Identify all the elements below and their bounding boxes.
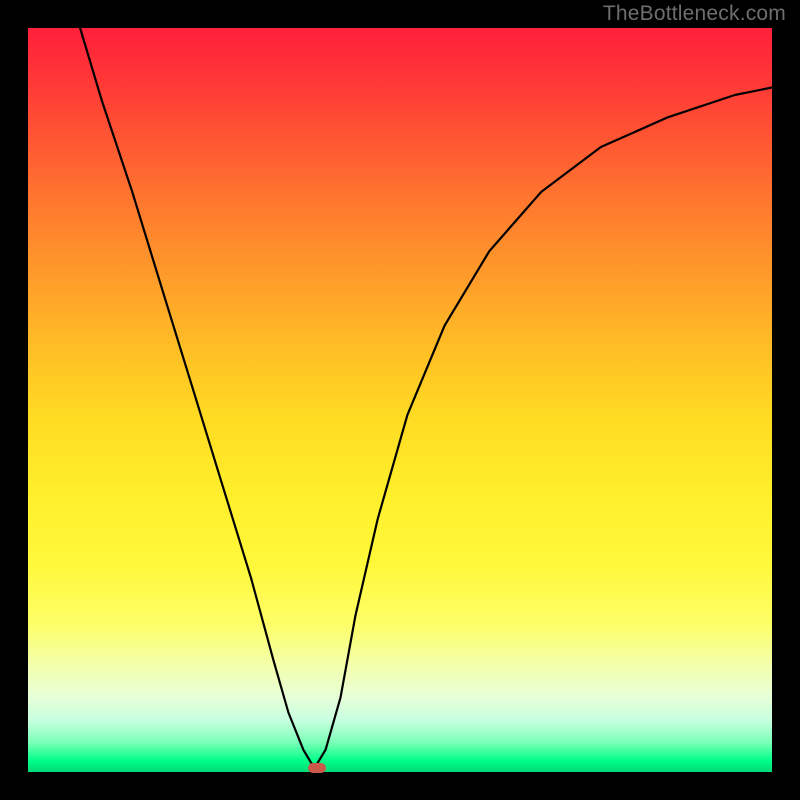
chart-frame: TheBottleneck.com [0,0,800,800]
watermark-text: TheBottleneck.com [603,2,786,26]
plot-area [28,28,772,772]
optimal-point-marker [308,763,326,773]
bottleneck-curve [80,28,772,768]
curve-svg [28,28,772,772]
